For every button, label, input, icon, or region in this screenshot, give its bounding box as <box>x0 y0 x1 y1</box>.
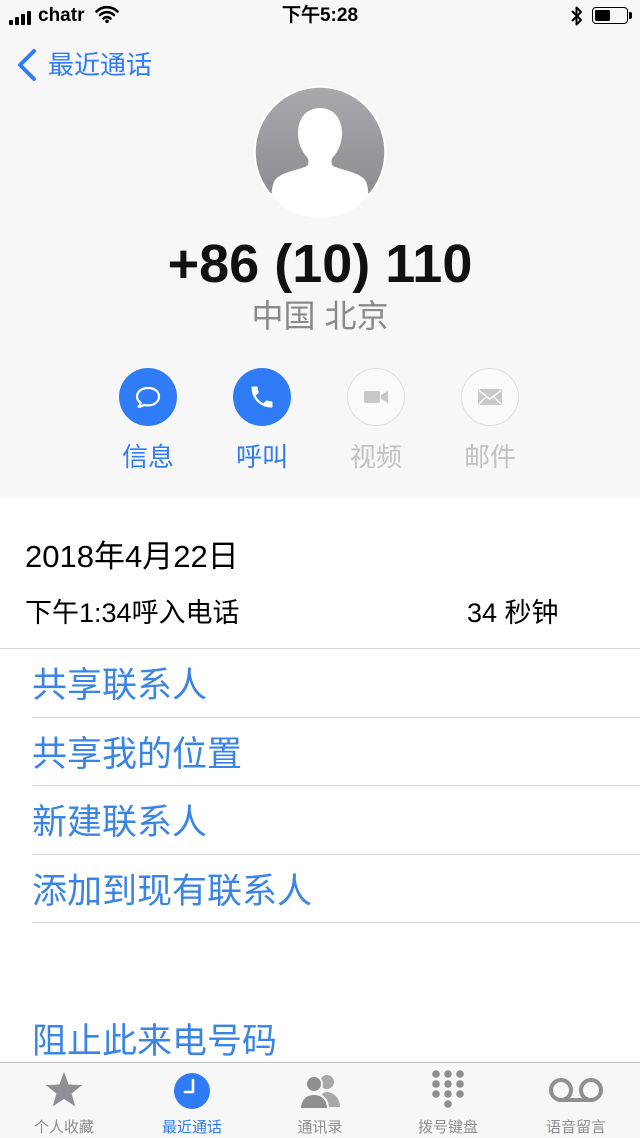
video-label: 视频 <box>349 442 402 472</box>
tab-keypad-label: 拨号键盘 <box>417 1119 478 1136</box>
contact-avatar <box>254 86 386 218</box>
tab-favorites[interactable]: 个人收藏 <box>0 1063 128 1138</box>
number-location: 中国 北京 <box>251 298 389 334</box>
phone-icon <box>251 386 273 408</box>
call-date: 2018年4月22日 <box>25 539 239 574</box>
tab-recents[interactable]: 最近通话 <box>128 1063 256 1138</box>
battery-level <box>595 10 610 21</box>
carrier-name: chatr <box>38 5 85 26</box>
video-button: 视频 <box>321 368 431 472</box>
tab-voicemail[interactable]: 语音留言 <box>512 1063 640 1138</box>
message-label: 信息 <box>121 442 174 472</box>
signal-strength-icon <box>9 11 31 25</box>
back-label: 最近通话 <box>48 50 153 80</box>
call-duration: 34 秒钟 <box>467 598 559 628</box>
new-contact-option[interactable]: 新建联系人 <box>32 786 640 855</box>
bluetooth-icon <box>571 6 582 26</box>
wifi-icon <box>95 5 119 23</box>
share-contact-option[interactable]: 共享联系人 <box>32 649 640 718</box>
block-caller-option[interactable]: 阻止此来电号码 <box>32 1023 277 1061</box>
message-icon <box>135 386 161 408</box>
call-button-circle[interactable] <box>233 368 291 426</box>
mail-button-circle <box>461 368 519 426</box>
voicemail-icon <box>549 1078 603 1102</box>
call-entry: 下午1:34呼入电话 <box>25 598 240 628</box>
video-icon <box>364 391 388 403</box>
call-time: 下午1:34 <box>25 598 132 628</box>
mail-button: 邮件 <box>435 368 545 472</box>
contact-options-list: 共享联系人 共享我的位置 新建联系人 添加到现有联系人 <box>32 649 640 923</box>
battery-icon <box>592 7 628 24</box>
status-time: 下午5:28 <box>281 5 359 26</box>
message-button-circle[interactable] <box>119 368 177 426</box>
keypad-icon <box>432 1070 464 1108</box>
tab-contacts-label: 通讯录 <box>297 1119 343 1136</box>
tab-bar: 个人收藏 最近通话 通讯录 拨号键盘 语音留言 <box>0 1062 640 1138</box>
phone-number: +86 (10) 110 <box>167 234 473 294</box>
mail-label: 邮件 <box>463 442 516 472</box>
message-button[interactable]: 信息 <box>93 368 203 472</box>
tab-keypad[interactable]: 拨号键盘 <box>384 1063 512 1138</box>
call-button[interactable]: 呼叫 <box>207 368 317 472</box>
tab-contacts[interactable]: 通讯录 <box>256 1063 384 1138</box>
person-silhouette-icon <box>254 86 386 218</box>
back-button[interactable]: 最近通话 <box>16 46 152 84</box>
star-icon <box>45 1072 83 1107</box>
share-location-option[interactable]: 共享我的位置 <box>32 718 640 786</box>
tab-recents-label: 最近通话 <box>161 1119 222 1136</box>
tab-favorites-label: 个人收藏 <box>33 1119 94 1136</box>
video-button-circle <box>347 368 405 426</box>
tab-voicemail-label: 语音留言 <box>545 1119 606 1136</box>
call-type: 呼入电话 <box>131 598 240 628</box>
mail-icon <box>478 389 502 405</box>
call-label: 呼叫 <box>235 442 288 472</box>
clock-icon <box>174 1073 210 1109</box>
contacts-icon <box>298 1075 340 1110</box>
add-to-existing-contact-option[interactable]: 添加到现有联系人 <box>32 855 640 923</box>
chevron-left-icon <box>18 49 36 81</box>
battery-nub <box>629 12 632 19</box>
